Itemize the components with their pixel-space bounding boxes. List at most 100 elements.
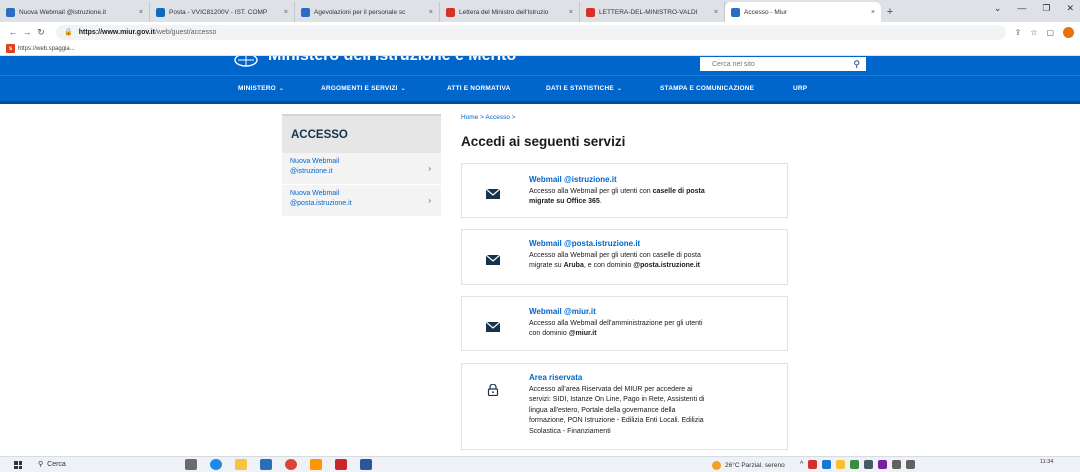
sidebar-item-webmail-posta[interactable]: Nuova Webmail @posta.istruzione.it ›	[282, 185, 441, 217]
service-card-area-riservata[interactable]: Area riservata Accesso all'area Riservat…	[461, 363, 788, 450]
tab-favicon-icon	[301, 7, 310, 17]
service-card-webmail-miur[interactable]: Webmail @miur.it Accesso alla Webmail de…	[461, 296, 788, 351]
edge-icon[interactable]	[210, 459, 222, 470]
url-field[interactable]: 🔒 https://www.miur.gov.it /web/guest/acc…	[56, 24, 1006, 40]
nav-item-ministero[interactable]: MINISTERO ⌄	[238, 85, 284, 92]
card-description-line: lingua all'estero, Portale della governa…	[529, 406, 676, 414]
browser-tab[interactable]: Posta - VVIC81200V - IST. COMP ×	[150, 2, 295, 22]
tab-close-icon[interactable]: ×	[708, 9, 718, 16]
tray-app-icon[interactable]	[808, 460, 818, 469]
search-icon: ⚲	[38, 461, 44, 468]
tab-favicon-icon	[156, 7, 165, 17]
weather-widget[interactable]: 26°C Parzial. sereno	[712, 461, 785, 470]
file-explorer-icon[interactable]	[235, 459, 247, 470]
browser-tab[interactable]: Agevolazioni per il personale sc ×	[295, 2, 440, 22]
window-controls: ⌄ — ❐ ✕	[994, 3, 1074, 14]
card-description-line: Accesso alla Webmail dell'amministrazion…	[529, 320, 703, 327]
start-button[interactable]	[14, 461, 22, 469]
card-description: Accesso alla Webmail per gli utenti con …	[529, 251, 779, 272]
nav-item-atti[interactable]: ATTI E NORMATIVA	[447, 85, 511, 92]
sidebar-item-webmail-istruzione[interactable]: Nuova Webmail @istruzione.it ›	[282, 153, 441, 185]
chevron-down-icon: ⌄	[616, 86, 623, 92]
browser-tab[interactable]: LETTERA-DEL-MINISTRO-VALDI ×	[580, 2, 725, 22]
card-description-line: con dominio @miur.it	[529, 330, 597, 338]
nav-label: ARGOMENTI E SERVIZI	[321, 85, 398, 92]
reload-button[interactable]: ↻	[34, 27, 48, 38]
system-tray: ^	[800, 460, 916, 469]
firefox-icon[interactable]	[310, 459, 322, 470]
url-path: /web/guest/accesso	[154, 28, 217, 36]
tray-app-icon[interactable]	[878, 460, 888, 469]
bookmark-favicon-icon: s	[6, 44, 15, 53]
tab-close-icon[interactable]: ×	[423, 9, 433, 16]
service-card-webmail-posta[interactable]: Webmail @posta.istruzione.it Accesso all…	[461, 229, 788, 285]
sidebar-item-label: Nuova Webmail	[290, 158, 340, 165]
card-title[interactable]: Webmail @posta.istruzione.it	[529, 239, 640, 248]
clock[interactable]: 11:34	[1040, 459, 1053, 465]
chevron-down-icon: ⌄	[278, 86, 285, 92]
share-icon[interactable]: ⇪	[1015, 28, 1022, 37]
word-icon[interactable]	[360, 459, 372, 470]
bookmarks-bar: s https://web.spaggia...	[0, 42, 1080, 56]
tray-chevron-icon[interactable]: ^	[800, 461, 803, 468]
chevron-down-icon: ⌄	[400, 86, 406, 92]
tray-app-icon[interactable]	[822, 460, 832, 469]
store-icon[interactable]	[260, 459, 272, 470]
tab-favicon-icon	[586, 7, 595, 17]
tab-search-icon[interactable]: ⌄	[994, 3, 1002, 14]
page-title: Accedi ai seguenti servizi	[461, 134, 626, 149]
tray-app-icon[interactable]	[864, 460, 874, 469]
weather-icon	[712, 461, 721, 470]
site-title[interactable]: Ministero dell'Istruzione e Merito	[268, 56, 516, 65]
back-button[interactable]: ←	[6, 27, 20, 37]
tray-app-icon[interactable]	[850, 460, 860, 469]
card-description-line: Accesso alla Webmail per gli utenti con …	[529, 252, 701, 259]
browser-tab[interactable]: Accesso - Miur ×	[725, 2, 881, 22]
profile-avatar[interactable]	[1063, 26, 1074, 38]
maximize-button[interactable]: ❐	[1042, 3, 1050, 14]
chevron-right-icon: ›	[428, 164, 431, 173]
tray-app-icon[interactable]	[836, 460, 846, 469]
new-tab-button[interactable]: +	[881, 2, 899, 22]
chrome-icon[interactable]	[285, 459, 297, 470]
nav-label: DATI E STATISTICHE	[546, 85, 614, 92]
mail-icon	[486, 188, 500, 199]
tab-title: Lettera del Ministro dell'Istruzio	[459, 8, 549, 16]
acrobat-icon[interactable]	[335, 459, 347, 470]
tab-title: LETTERA-DEL-MINISTRO-VALDI	[599, 8, 698, 16]
sidebar-icon[interactable]: ▢	[1046, 28, 1054, 37]
nav-item-dati[interactable]: DATI E STATISTICHE ⌄	[546, 85, 622, 92]
nav-item-argomenti[interactable]: ARGOMENTI E SERVIZI ⌄	[321, 85, 406, 92]
forward-button[interactable]: →	[20, 27, 34, 37]
tab-close-icon[interactable]: ×	[278, 9, 288, 16]
site-header: Ministero dell'Istruzione e Merito ⚲	[0, 56, 1080, 75]
minimize-button[interactable]: —	[1017, 3, 1026, 14]
card-title[interactable]: Area riservata	[529, 373, 582, 382]
close-window-button[interactable]: ✕	[1066, 3, 1074, 14]
nav-item-urp[interactable]: URP	[793, 85, 807, 92]
network-icon[interactable]	[892, 460, 902, 469]
star-icon[interactable]: ☆	[1030, 28, 1037, 37]
sidebar-heading: ACCESSO	[282, 114, 441, 153]
browser-tab[interactable]: Lettera del Ministro dell'Istruzio ×	[440, 2, 580, 22]
card-title[interactable]: Webmail @istruzione.it	[529, 175, 617, 184]
bookmark-item[interactable]: https://web.spaggia...	[18, 46, 75, 52]
tab-close-icon[interactable]: ×	[563, 9, 573, 16]
task-view-icon[interactable]	[185, 459, 197, 470]
site-search: ⚲	[700, 57, 866, 71]
tab-title: Posta - VVIC81200V - IST. COMP	[169, 8, 268, 16]
tab-title: Nuova Webmail @istruzione.it	[19, 8, 107, 16]
browser-tab[interactable]: Nuova Webmail @istruzione.it ×	[0, 2, 150, 22]
search-input[interactable]	[706, 60, 846, 68]
service-card-webmail-istruzione[interactable]: Webmail @istruzione.it Accesso alla Webm…	[461, 163, 788, 218]
card-description-line: migrate su Office 365.	[529, 198, 602, 206]
breadcrumb[interactable]: Home > Accesso >	[461, 114, 516, 121]
card-title[interactable]: Webmail @miur.it	[529, 307, 596, 316]
nav-item-stampa[interactable]: STAMPA E COMUNICAZIONE	[660, 85, 754, 92]
tab-close-icon[interactable]: ×	[865, 9, 875, 16]
taskbar-search[interactable]: ⚲ Cerca	[38, 460, 66, 469]
search-icon[interactable]: ⚲	[853, 59, 860, 70]
lock-icon[interactable]: 🔒	[64, 28, 73, 36]
volume-icon[interactable]	[906, 460, 916, 469]
tab-close-icon[interactable]: ×	[133, 9, 143, 16]
